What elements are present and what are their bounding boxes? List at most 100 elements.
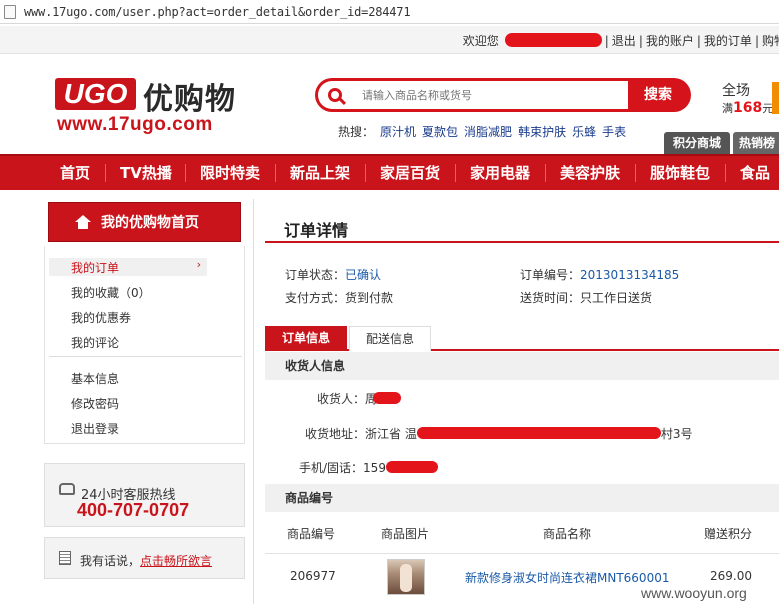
sidebar-item-favorites[interactable]: 我的收藏（0） bbox=[71, 284, 151, 301]
nav-appliances[interactable]: 家用电器 bbox=[470, 156, 530, 190]
payment-label: 支付方式： bbox=[285, 291, 346, 305]
search-input[interactable] bbox=[362, 88, 602, 102]
redacted-phone bbox=[385, 461, 438, 473]
address-row: 收货地址：浙江省 温 村3号 bbox=[305, 425, 692, 442]
nav-separator bbox=[635, 164, 636, 182]
promo-amount: 168 bbox=[733, 100, 763, 116]
hot-term[interactable]: 原汁机 bbox=[380, 125, 416, 139]
logo-badge: UGO bbox=[55, 78, 136, 110]
nav-beauty[interactable]: 美容护肤 bbox=[560, 156, 620, 190]
promo-banner[interactable]: 全场 满168元 bbox=[722, 80, 779, 116]
sidebar-item-label: 我的订单 bbox=[71, 261, 120, 275]
nav-flash-sale[interactable]: 限时特卖 bbox=[200, 156, 260, 190]
order-number-label: 订单编号： bbox=[520, 268, 581, 282]
sidebar-home-button[interactable]: 我的优购物首页 bbox=[48, 202, 241, 242]
bestseller-tab[interactable]: 热销榜 bbox=[733, 132, 779, 154]
feedback-prefix: 我有话说， bbox=[80, 554, 141, 568]
title-divider bbox=[265, 241, 779, 243]
sidebar-item-coupons[interactable]: 我的优惠券 bbox=[71, 309, 131, 326]
hot-searches: 热搜： 原汁机 夏款包 消脂减肥 韩束护肤 乐蜂 手表 bbox=[338, 123, 626, 140]
hot-term[interactable]: 乐蜂 bbox=[572, 125, 596, 139]
nav-separator bbox=[185, 164, 186, 182]
nav-home-goods[interactable]: 家居百货 bbox=[380, 156, 440, 190]
promo-accent bbox=[772, 82, 779, 114]
nav-separator bbox=[545, 164, 546, 182]
phone-value: 159 bbox=[363, 461, 386, 475]
nav-new[interactable]: 新品上架 bbox=[290, 156, 350, 190]
col-header-code: 商品编号 bbox=[287, 527, 336, 541]
sidebar-home-label: 我的优购物首页 bbox=[101, 215, 199, 231]
hot-term[interactable]: 夏款包 bbox=[422, 125, 458, 139]
logo-domain: www.17ugo.com bbox=[57, 114, 213, 135]
promo-prefix: 满 bbox=[722, 102, 733, 115]
delivery-label: 送货时间： bbox=[520, 291, 581, 305]
feedback-link[interactable]: 点击畅所欲言 bbox=[140, 554, 212, 568]
hot-term[interactable]: 消脂减肥 bbox=[464, 125, 512, 139]
table-divider bbox=[265, 553, 779, 554]
col-header-image: 商品图片 bbox=[381, 527, 430, 541]
payment-value: 货到付款 bbox=[345, 291, 394, 305]
address-suffix: 村3号 bbox=[660, 427, 693, 441]
nav-home[interactable]: 首页 bbox=[60, 156, 90, 190]
order-detail-panel: 订单详情 订单状态：已确认 订单编号：2013013134185 支付方式：货到… bbox=[253, 199, 779, 604]
nav-separator bbox=[365, 164, 366, 182]
chevron-right-icon: › bbox=[196, 258, 201, 271]
logout-link[interactable]: 退出 bbox=[612, 34, 636, 48]
item-name-link[interactable]: 新款修身淑女时尚连衣裙MNT660001 bbox=[465, 569, 669, 586]
nav-fashion[interactable]: 服饰鞋包 bbox=[650, 156, 710, 190]
site-logo[interactable]: UGO 优购物 www.17ugo.com bbox=[55, 78, 245, 138]
nav-separator bbox=[105, 164, 106, 182]
product-thumbnail[interactable] bbox=[387, 559, 425, 595]
order-status: 订单状态：已确认 bbox=[285, 266, 381, 283]
nav-tv[interactable]: TV热播 bbox=[120, 156, 172, 190]
sidebar-item-profile[interactable]: 基本信息 bbox=[71, 370, 119, 387]
my-orders-link[interactable]: 我的订单 bbox=[704, 34, 752, 48]
goods-section-header: 商品编号 bbox=[265, 484, 779, 512]
phone-row: 手机/固话：159 bbox=[299, 459, 438, 476]
address-prefix: 浙江省 温 bbox=[365, 427, 417, 441]
hot-term[interactable]: 手表 bbox=[602, 125, 626, 139]
home-icon bbox=[75, 215, 91, 229]
redacted-address bbox=[416, 427, 661, 439]
page-icon bbox=[4, 4, 16, 19]
address-bar[interactable]: www.17ugo.com/user.php?act=order_detail&… bbox=[0, 0, 779, 24]
sidebar-menu: 我的订单 › 我的收藏（0） 我的优惠券 我的评论 基本信息 修改密码 退出登录 bbox=[44, 246, 245, 444]
tab-order-info[interactable]: 订单信息 bbox=[265, 326, 347, 351]
url-text[interactable]: www.17ugo.com/user.php?act=order_detail&… bbox=[24, 5, 411, 19]
payment-method: 支付方式：货到付款 bbox=[285, 289, 393, 306]
search-button[interactable]: 搜索 bbox=[628, 81, 688, 109]
delivery-value: 只工作日送货 bbox=[580, 291, 653, 305]
hot-term[interactable]: 韩束护肤 bbox=[518, 125, 566, 139]
sidebar-item-my-orders[interactable]: 我的订单 › bbox=[49, 258, 207, 276]
cart-link[interactable]: 购物 bbox=[762, 34, 779, 48]
redacted-username bbox=[504, 33, 602, 47]
search-icon bbox=[328, 88, 342, 102]
sidebar-item-logout[interactable]: 退出登录 bbox=[71, 420, 119, 437]
order-status-value: 已确认 bbox=[345, 268, 382, 282]
watermark: www.wooyun.org bbox=[641, 585, 747, 601]
hotline-box: 24小时客服热线 400-707-0707 bbox=[44, 463, 245, 527]
hot-label: 热搜： bbox=[338, 125, 375, 139]
receiver-section-header: 收货人信息 bbox=[265, 352, 779, 380]
hotline-number: 400-707-0707 bbox=[77, 500, 190, 520]
nav-food[interactable]: 食品 bbox=[740, 156, 770, 190]
address-label: 收货地址： bbox=[305, 427, 366, 441]
col-header-name: 商品名称 bbox=[543, 527, 592, 541]
sidebar-item-password[interactable]: 修改密码 bbox=[71, 395, 119, 412]
search-bar: 搜索 bbox=[315, 78, 691, 112]
receiver-label: 收货人： bbox=[317, 392, 366, 406]
order-status-label: 订单状态： bbox=[285, 268, 346, 282]
order-number-value: 2013013134185 bbox=[580, 268, 680, 282]
nav-separator bbox=[725, 164, 726, 182]
order-number: 订单编号：2013013134185 bbox=[520, 266, 679, 283]
my-account-link[interactable]: 我的账户 bbox=[646, 34, 694, 48]
phone-label: 手机/固话： bbox=[299, 461, 364, 475]
sidebar-divider bbox=[49, 356, 242, 357]
item-code: 206977 bbox=[290, 569, 336, 583]
delivery-time: 送货时间：只工作日送货 bbox=[520, 289, 652, 306]
tab-shipping-info[interactable]: 配送信息 bbox=[349, 326, 431, 351]
points-mall-tab[interactable]: 积分商城 bbox=[664, 132, 730, 154]
nav-separator bbox=[455, 164, 456, 182]
sidebar-item-reviews[interactable]: 我的评论 bbox=[71, 334, 119, 351]
main-nav: 首页 TV热播 限时特卖 新品上架 家居百货 家用电器 美容护肤 服饰鞋包 食品 bbox=[0, 154, 779, 190]
